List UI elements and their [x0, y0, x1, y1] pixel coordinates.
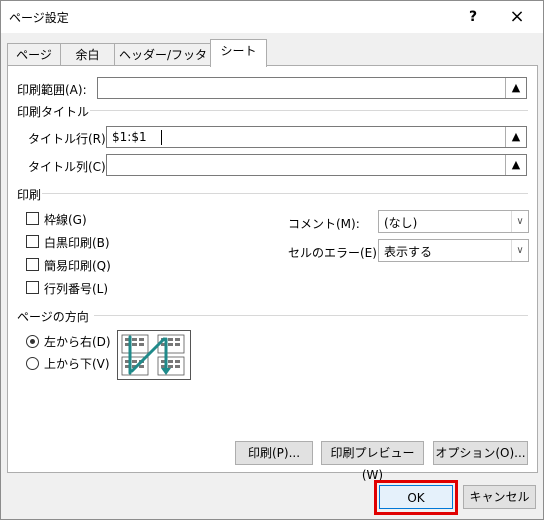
rows-repeat-field[interactable]: $1:$1 ▲ [106, 126, 527, 148]
tab-page[interactable]: ページ [7, 43, 61, 66]
range-collapse-icon[interactable]: ▲ [505, 127, 526, 147]
print-button[interactable]: 印刷(P)... [235, 441, 313, 465]
print-titles-heading: 印刷タイトル [17, 105, 90, 119]
black-white-label[interactable]: 白黒印刷(B) [44, 234, 110, 251]
cell-errors-label: セルのエラー(E): [288, 246, 381, 260]
range-collapse-icon[interactable]: ▲ [505, 155, 526, 175]
page-order-heading: ページの方向 [17, 310, 89, 324]
text-cursor [161, 130, 162, 145]
over-then-down-radio[interactable] [26, 357, 39, 370]
ok-button[interactable]: OK [379, 485, 453, 509]
chevron-down-icon[interactable]: ∨ [511, 240, 528, 261]
sheet-panel: 印刷範囲(A): ▲ 印刷タイトル タイトル行(R): $1:$1 ▲ タイトル… [7, 65, 538, 482]
chevron-down-icon[interactable]: ∨ [511, 211, 528, 232]
dialog-title: ページ設定 [9, 11, 69, 25]
gridlines-label[interactable]: 枠線(G) [44, 211, 87, 228]
range-collapse-icon[interactable]: ▲ [505, 78, 526, 98]
print-divider [42, 193, 528, 194]
row-col-headers-checkbox[interactable] [26, 281, 39, 294]
cell-errors-select[interactable]: 表示する ∨ [378, 239, 529, 262]
down-then-over-label[interactable]: 左から右(D) [44, 333, 111, 350]
print-titles-divider [90, 110, 528, 111]
close-button[interactable]: × [497, 5, 537, 29]
tab-margins[interactable]: 余白 [60, 43, 115, 66]
down-then-over-radio[interactable] [26, 335, 39, 348]
cancel-button[interactable]: キャンセル [463, 485, 536, 509]
page-order-icon [121, 334, 185, 376]
print-area-field[interactable]: ▲ [97, 77, 527, 99]
print-heading: 印刷 [17, 188, 42, 202]
cols-repeat-field[interactable]: ▲ [106, 154, 527, 176]
page-order-divider [94, 315, 528, 316]
page-setup-dialog: ページ設定 ? × ページ 余白 ヘッダー/フッター シート 印刷範囲(A): … [0, 0, 544, 520]
draft-quality-checkbox[interactable] [26, 258, 39, 271]
row-col-headers-label[interactable]: 行列番号(L) [44, 280, 108, 297]
options-button[interactable]: オプション(O)... [433, 441, 528, 465]
gridlines-checkbox[interactable] [26, 212, 39, 225]
over-then-down-label[interactable]: 上から下(V) [44, 355, 110, 372]
black-white-checkbox[interactable] [26, 235, 39, 248]
page-order-diagram [117, 330, 191, 380]
help-button[interactable]: ? [453, 5, 493, 29]
title-bar: ページ設定 ? × [1, 1, 543, 33]
draft-quality-label[interactable]: 簡易印刷(Q) [44, 257, 111, 274]
print-preview-button[interactable]: 印刷プレビュー(W) [321, 441, 424, 482]
rows-repeat-label: タイトル行(R): [28, 132, 110, 146]
comments-select[interactable]: (なし) ∨ [378, 210, 529, 233]
comments-label: コメント(M): [288, 217, 360, 231]
tab-sheet[interactable]: シート [210, 39, 267, 67]
tab-header-footer[interactable]: ヘッダー/フッター [114, 43, 212, 84]
cols-repeat-label: タイトル列(C): [28, 160, 110, 174]
radio-selected-dot [30, 339, 35, 344]
print-area-label: 印刷範囲(A): [17, 83, 87, 97]
